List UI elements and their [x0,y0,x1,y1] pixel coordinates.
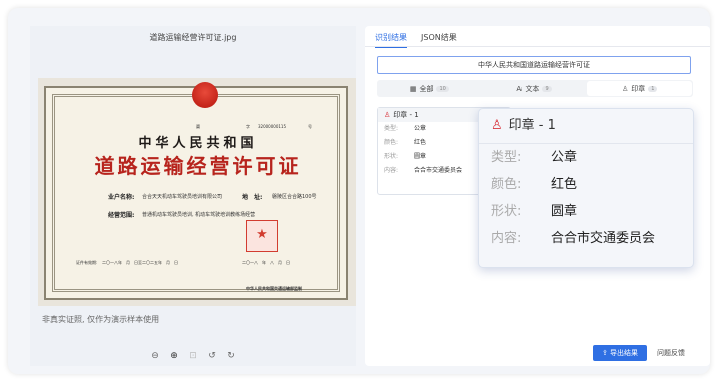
zoom-header: ♙ 印章 - 1 [479,109,693,144]
zoom-title: 印章 - 1 [508,118,556,133]
cert-owner-value: 合合天天机动车驾驶员培训有限公司 [142,194,223,200]
cert-issue-date: 二〇一八 年 八 月 日 [242,260,290,265]
cert-main-title: 道路运输经营许可证 [94,154,302,178]
row-value: 公章 [551,150,578,165]
filter-seal-count: 1 [648,85,658,92]
zoom-row-shape: 形状: 圆章 [479,198,693,225]
filter-all-count: 10 [436,85,449,92]
export-label: 导出结果 [610,349,639,357]
cert-owner-label: 业户名称: [108,194,135,201]
rotate-left-icon[interactable]: ↺ [207,351,217,361]
filter-all[interactable]: ▦ 全部 10 [377,80,482,97]
seal-detail-zoom: ♙ 印章 - 1 类型: 公章 颜色: 红色 形状: 圆章 内容: 合合市交通委员会 [478,108,694,268]
cert-validity-label: 证件有效期: [76,260,98,265]
export-icon: ⇪ [601,349,611,357]
row-value: 合合市交通委员会 [551,231,656,246]
filter-text[interactable]: Aᵢ 文本 9 [482,80,587,97]
filter-text-count: 9 [542,85,552,92]
row-key: 颜色: [384,139,399,146]
feedback-button[interactable]: 问题反馈 [657,345,685,361]
image-toolbar: ⊖ ⊕ ⊡ ↺ ↻ [150,351,236,361]
fit-icon[interactable]: ⊡ [188,351,198,361]
row-key: 类型: [384,125,399,132]
file-title: 道路运输经营许可证.jpg [149,33,237,42]
row-key: 类型: [491,150,522,165]
cert-validity-value: 二〇一八年 月 日至二〇二五年 月 日 [102,260,178,265]
row-key: 形状: [491,204,522,219]
row-value: 圆章 [414,153,427,160]
row-value: 红色 [551,177,578,192]
sample-disclaimer: 非真实证照, 仅作为演示样本使用 [42,315,160,324]
cert-ji-label: 冀 [196,124,200,129]
row-value: 合合市交通委员会 [414,167,463,174]
seal-card-title: 印章 - 1 [393,111,419,119]
export-button[interactable]: ⇪ 导出结果 [593,345,647,361]
cert-word-label: 字 [246,124,250,129]
zoom-row-type: 类型: 公章 [479,144,693,171]
seal-icon: ♙ [621,84,629,93]
document-title: 中华人民共和国道路运输经营许可证 [377,56,691,74]
row-key: 形状: [384,153,399,160]
zoom-row-color: 颜色: 红色 [479,171,693,198]
row-key: 内容: [491,231,522,246]
image-preview-panel: 道路运输经营许可证.jpg 冀 字 32000000115 号 中华人民共和国 … [30,26,356,366]
national-emblem-icon [192,82,218,108]
row-value: 圆章 [551,204,578,219]
filter-seal[interactable]: ♙ 印章 1 [587,81,693,96]
certificate: 冀 字 32000000115 号 中华人民共和国 道路运输经营许可证 业户名称… [44,82,348,300]
cert-scope-value: 普通机动车驾驶员培训, 机动车驾驶培训教练场经营 [142,212,256,218]
certificate-image: 冀 字 32000000115 号 中华人民共和国 道路运输经营许可证 业户名称… [38,78,356,306]
zoom-row-content: 内容: 合合市交通委员会 [479,225,693,252]
filter-bar: ▦ 全部 10 Aᵢ 文本 9 ♙ 印章 1 [377,80,693,97]
filter-text-label: 文本 [525,84,540,93]
cert-scope-label: 经营范围: [108,212,135,219]
filter-all-label: 全部 [419,84,434,93]
row-key: 内容: [384,167,399,174]
cert-seal: ★ [246,220,278,252]
grid-icon: ▦ [409,84,417,93]
seal-icon: ♙ [491,118,503,133]
row-key: 颜色: [491,177,522,192]
cert-address-value: 磐陵区合合路100号 [272,194,317,200]
cert-hao-label: 号 [308,124,312,129]
cert-address-label: 地 址: [242,194,263,201]
seal-icon: ♙ [384,111,391,119]
filter-seal-label: 印章 [631,84,646,93]
app-frame: 道路运输经营许可证.jpg 冀 字 32000000115 号 中华人民共和国 … [8,8,710,374]
cert-country-title: 中华人民共和国 [138,136,258,151]
zoom-in-icon[interactable]: ⊕ [169,351,179,361]
rotate-right-icon[interactable]: ↻ [226,351,236,361]
tab-divider [365,46,710,47]
zoom-out-icon[interactable]: ⊖ [150,351,160,361]
text-icon: Aᵢ [516,84,523,93]
cert-footer: 中华人民共和国交通运输部监制 [246,286,302,291]
cert-word-value: 32000000115 [258,124,286,129]
row-value: 公章 [414,125,427,132]
row-value: 红色 [414,139,427,146]
